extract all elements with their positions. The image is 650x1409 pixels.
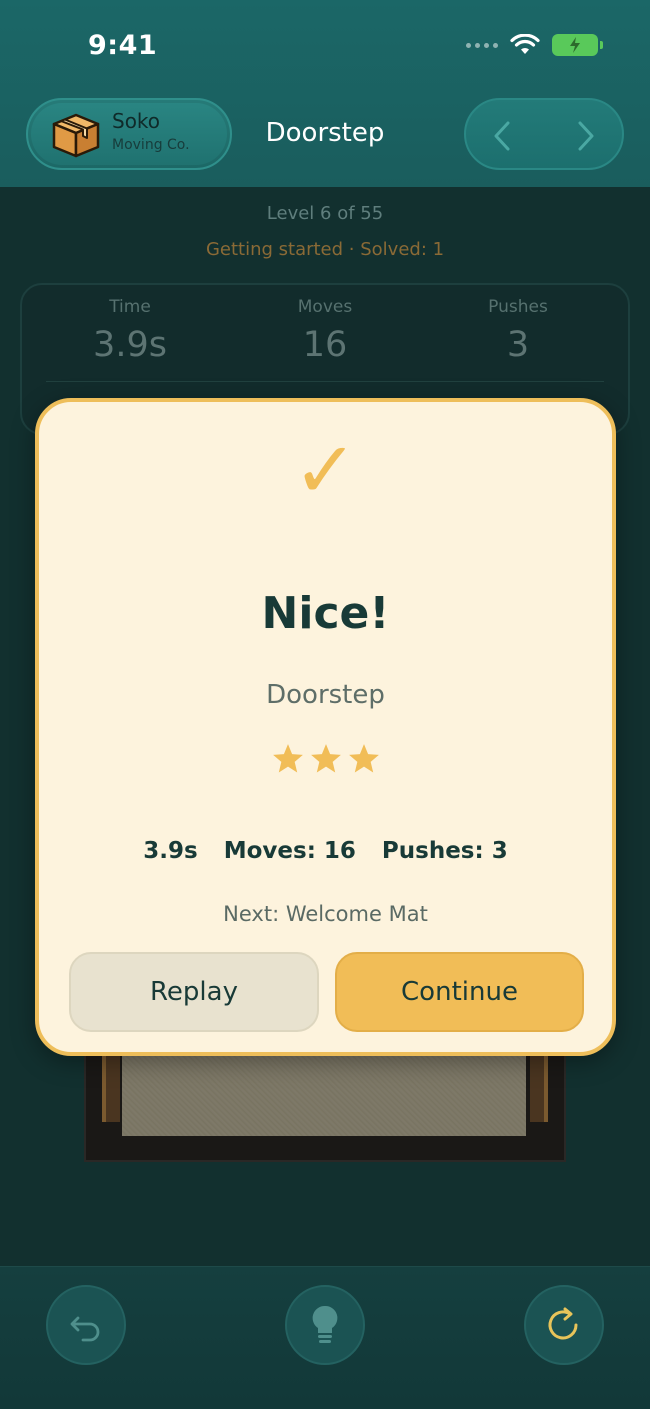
continue-button[interactable]: Continue (335, 952, 584, 1032)
stat-label: Moves (297, 297, 353, 317)
star-icon (310, 744, 341, 773)
dialog-title: Nice! (261, 588, 390, 639)
stat-label: Time (109, 297, 151, 317)
stat-label: Pushes (488, 297, 548, 317)
divider (46, 381, 604, 382)
level-complete-dialog: ✓ Nice! Doorstep 3.9s Moves: 16 Pushes: … (35, 398, 616, 1056)
previous-level-button[interactable] (478, 112, 526, 160)
stat-pushes: Pushes 3 (418, 297, 618, 365)
dialog-level-name: Doorstep (266, 680, 385, 710)
result-moves: Moves: 16 (223, 838, 356, 864)
star-rating (39, 742, 612, 776)
chevron-left-icon (494, 121, 510, 151)
signal-icon (466, 42, 498, 48)
restart-button[interactable] (524, 1285, 604, 1365)
next-level-label: Next: Welcome Mat (223, 902, 428, 926)
star-icon (272, 744, 303, 773)
stat-value: 16 (302, 325, 348, 365)
next-level-button[interactable] (562, 112, 610, 160)
result-summary: 3.9s Moves: 16 Pushes: 3 (39, 838, 612, 864)
chevron-right-icon (578, 121, 594, 151)
replay-button[interactable]: Replay (69, 952, 319, 1032)
checkmark-icon: ✓ (292, 426, 359, 516)
level-progress: Level 6 of 55 (266, 203, 384, 224)
result-pushes: Pushes: 3 (381, 838, 508, 864)
level-section: Getting started · Solved: 1 (205, 239, 445, 260)
result-time: 3.9s (143, 838, 198, 864)
stat-value: 3 (506, 325, 530, 365)
lightbulb-icon (312, 1305, 338, 1343)
bottom-toolbar (0, 1266, 650, 1409)
wifi-icon (510, 34, 540, 54)
stat-time: Time 3.9s (30, 297, 230, 365)
stat-value: 3.9s (93, 325, 167, 365)
star-icon (348, 744, 379, 773)
restart-icon (548, 1307, 578, 1340)
status-icons (466, 34, 603, 56)
status-bar: 9:41 (0, 0, 650, 96)
battery-charging-icon (552, 34, 603, 56)
undo-button[interactable] (46, 1285, 126, 1365)
undo-icon (70, 1316, 100, 1342)
level-nav (464, 98, 624, 170)
stat-moves: Moves 16 (225, 297, 425, 365)
status-time: 9:41 (88, 30, 158, 61)
hint-button[interactable] (285, 1285, 365, 1365)
